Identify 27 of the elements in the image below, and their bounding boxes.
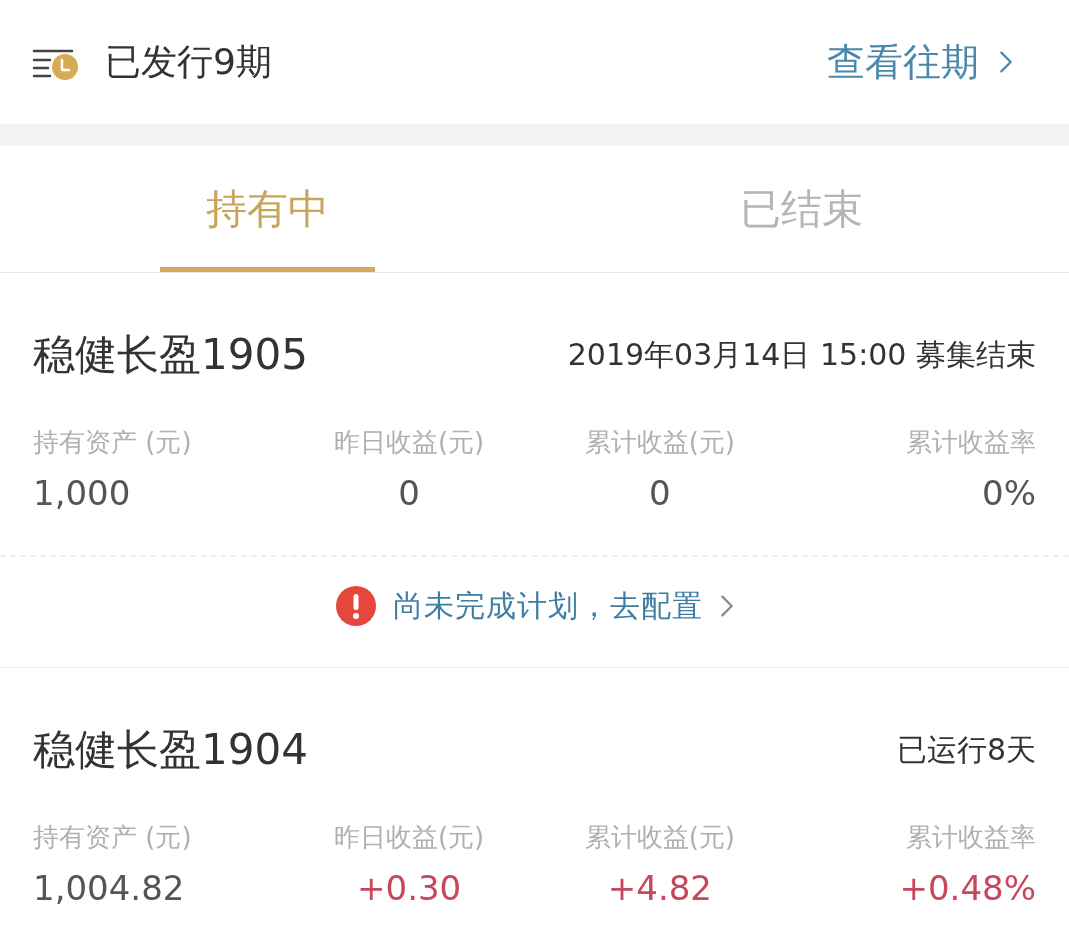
metric-label: 累计收益率 — [906, 426, 1036, 458]
metric-label: 持有资产 (元) — [33, 426, 192, 458]
metric-label: 持有资产 (元) — [33, 821, 192, 853]
product-name: 稳健长盈1904 — [33, 726, 308, 774]
configure-plan-link[interactable]: 尚未完成计划，去配置 — [392, 587, 703, 625]
product-status: 已运行8天 — [896, 731, 1036, 769]
metric-value: +0.30 — [357, 868, 462, 908]
metric-label: 累计收益率 — [906, 821, 1036, 853]
metric-value: 1,004.82 — [33, 868, 185, 908]
chevron-right-icon — [719, 594, 734, 618]
metric-value: +4.82 — [607, 868, 712, 908]
metric-value: 1,000 — [33, 473, 131, 513]
issue-count-title: 已发行9期 — [105, 40, 272, 84]
metric-label: 累计收益(元) — [584, 426, 735, 458]
metric-label: 昨日收益(元) — [333, 821, 485, 853]
metric-value: 0 — [649, 473, 671, 513]
tab[interactable]: 已结束 — [694, 146, 910, 272]
metric-label: 昨日收益(元) — [333, 426, 485, 458]
metric-value: +0.48% — [899, 868, 1036, 908]
metric-value: 0 — [398, 473, 420, 513]
metric-value: 0% — [982, 473, 1036, 513]
product-name: 稳健长盈1905 — [33, 331, 308, 379]
product-status: 2019年03月14日 15:00 募集结束 — [567, 336, 1036, 374]
alert-icon — [335, 586, 376, 626]
chevron-right-icon — [999, 49, 1013, 75]
metric-label: 累计收益(元) — [584, 821, 735, 853]
past-issues-link[interactable]: 查看往期 — [827, 39, 1013, 85]
